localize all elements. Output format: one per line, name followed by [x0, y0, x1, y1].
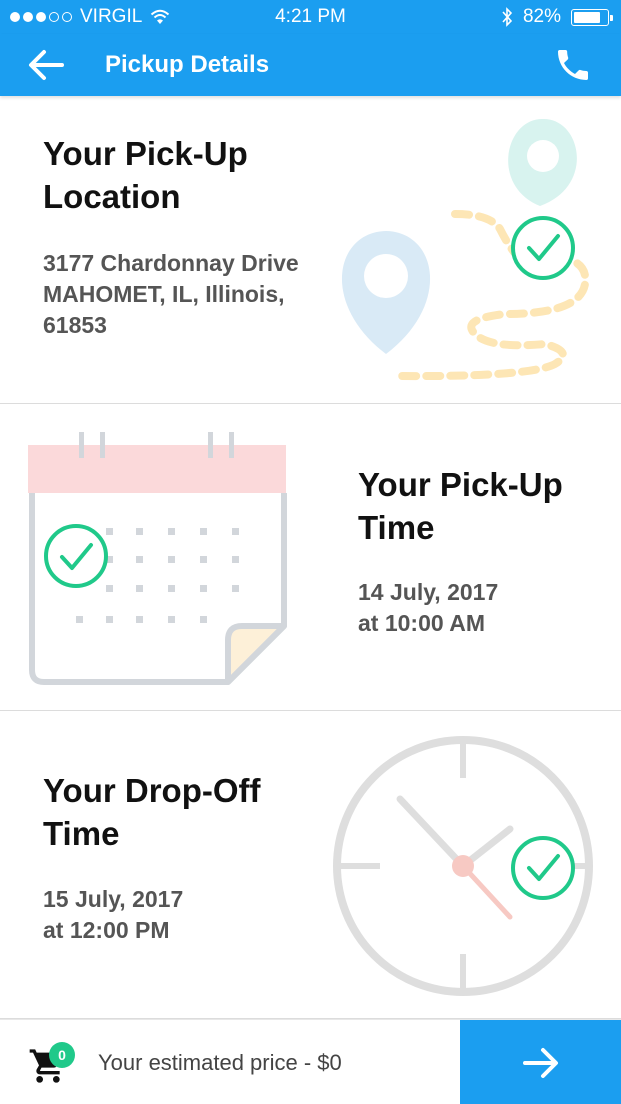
- heading-line: Your Pick-Up: [43, 135, 248, 172]
- pickup-time-section[interactable]: Your Pick-Up Time 14 July, 2017 at 10:00…: [0, 404, 621, 711]
- back-arrow-icon[interactable]: [26, 47, 66, 83]
- dropoff-time-heading: Your Drop-Off Time: [43, 769, 261, 855]
- address-line: MAHOMET, IL, Illinois,: [43, 281, 285, 307]
- pickup-address: 3177 Chardonnay Drive MAHOMET, IL, Illin…: [43, 248, 299, 341]
- bluetooth-icon: [502, 7, 513, 27]
- pickup-date: 14 July, 2017: [358, 579, 499, 605]
- status-right: 82%: [501, 6, 613, 28]
- dropoff-hour: at 12:00 PM: [43, 917, 170, 943]
- pickup-datetime: 14 July, 2017 at 10:00 AM: [358, 577, 498, 639]
- heading-line: Time: [358, 509, 435, 546]
- battery-icon: [571, 8, 613, 26]
- footer-bar: 0 Your estimated price - $0: [0, 1019, 621, 1104]
- dropoff-time-section[interactable]: Your Drop-Off Time 15 July, 2017 at 12:0…: [0, 711, 621, 1019]
- checkmark-icon: [511, 216, 575, 280]
- estimated-price: Your estimated price - $0: [98, 1050, 342, 1075]
- pickup-location-heading: Your Pick-Up Location: [43, 132, 248, 218]
- battery-fill: [574, 11, 600, 23]
- heading-line: Location: [43, 178, 181, 215]
- pickup-time-heading: Your Pick-Up Time: [358, 463, 563, 549]
- heading-line: Your Pick-Up: [358, 466, 563, 503]
- pickup-hour: at 10:00 AM: [358, 610, 485, 636]
- route-map-illustration: [341, 118, 590, 381]
- arrow-right-icon: [522, 1047, 558, 1078]
- next-button[interactable]: [460, 1020, 621, 1104]
- battery-percent: 82%: [522, 6, 561, 27]
- heading-line: Your Drop-Off: [43, 772, 261, 809]
- checkmark-icon: [44, 524, 108, 588]
- page-title: Pickup Details: [105, 51, 270, 78]
- dropoff-datetime: 15 July, 2017 at 12:00 PM: [43, 884, 183, 946]
- address-line: 61853: [43, 312, 107, 338]
- cart-count-badge: 0: [49, 1042, 75, 1068]
- address-line: 3177 Chardonnay Drive: [43, 250, 299, 276]
- pickup-location-section[interactable]: Your Pick-Up Location 3177 Chardonnay Dr…: [0, 96, 621, 404]
- dropoff-date: 15 July, 2017: [43, 886, 184, 912]
- heading-line: Time: [43, 815, 120, 852]
- calendar-illustration: [28, 432, 287, 685]
- checkmark-icon: [511, 836, 575, 900]
- clock-illustration: [333, 736, 593, 996]
- nav-bar: Pickup Details: [0, 34, 621, 96]
- status-bar: VIRGIL 4:21 PM 82%: [0, 0, 621, 34]
- phone-icon[interactable]: [553, 45, 593, 85]
